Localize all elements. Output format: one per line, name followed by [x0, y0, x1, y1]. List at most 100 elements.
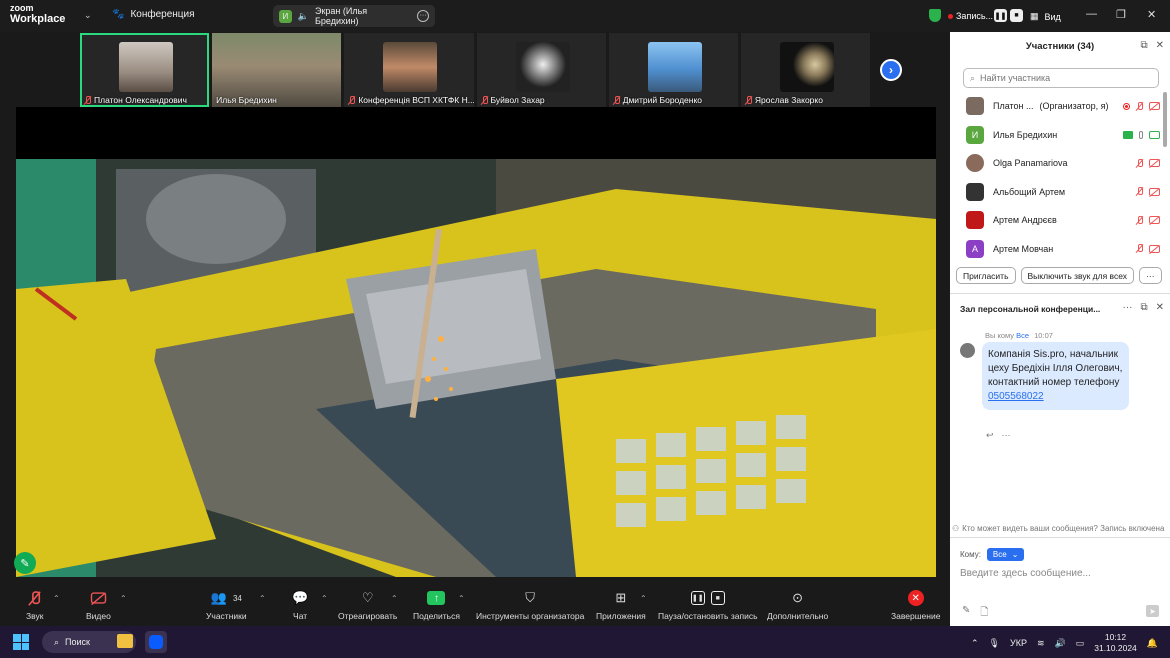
stop-recording-button[interactable]: ■ — [1010, 9, 1023, 22]
audio-button[interactable]: Звук — [26, 589, 43, 621]
clock[interactable]: 10:12 31.10.2024 — [1094, 632, 1137, 654]
avatar: И — [966, 125, 984, 144]
participant-row[interactable]: А Артем Мовчан — [950, 235, 1160, 264]
next-page-button[interactable]: › — [880, 59, 902, 81]
participants-options-caret[interactable]: ⌃ — [259, 594, 266, 603]
more-icon[interactable]: ··· — [417, 10, 429, 22]
taskbar-search-label: Поиск — [65, 637, 90, 647]
popout-icon[interactable]: ⧉ — [1140, 40, 1147, 51]
mic-off-icon — [745, 95, 752, 105]
participant-row[interactable]: Платон ... (Организатор, я) — [950, 92, 1160, 121]
reply-icon[interactable]: ↩ — [986, 430, 994, 441]
clock-time: 10:12 — [1104, 632, 1127, 642]
react-button[interactable]: ♡ Отреагировать — [338, 589, 397, 621]
host-tools-button[interactable]: ⛉ Инструменты организатора — [476, 589, 584, 621]
brand-bottom: Workplace — [10, 13, 66, 25]
invite-button[interactable]: Пригласить — [956, 267, 1016, 284]
notification-bell-icon[interactable]: 🔔 — [1147, 638, 1158, 649]
thumbnail[interactable]: Ярослав Закорко — [740, 33, 871, 107]
message-to: Все — [1016, 331, 1030, 340]
mic-off-icon — [29, 590, 41, 605]
thumbnail[interactable]: Конференція ВСП ХКТФК Н... — [344, 33, 474, 107]
participant-row[interactable]: И Илья Бредихин — [950, 121, 1160, 150]
recipient-select[interactable]: Все ⌄ — [986, 548, 1025, 561]
minimize-icon[interactable]: — — [1086, 8, 1097, 20]
more-icon[interactable]: ··· — [1002, 430, 1011, 441]
mic-off-icon — [1136, 244, 1143, 253]
windows-start-icon[interactable] — [13, 634, 29, 650]
battery-icon[interactable]: ▭ — [1076, 638, 1085, 649]
more-icon[interactable]: ··· — [1122, 302, 1132, 313]
scrollbar[interactable] — [1163, 92, 1167, 147]
machine-scene — [16, 159, 936, 577]
microphone-icon[interactable]: 🎙 — [989, 638, 1000, 649]
annotate-pen-icon[interactable]: ✎ — [14, 552, 36, 574]
close-icon[interactable]: ✕ — [1156, 40, 1164, 51]
apps-options-caret[interactable]: ⌃ — [640, 594, 647, 603]
language-indicator[interactable]: УКР — [1010, 638, 1027, 648]
mute-all-button[interactable]: Выключить звук для всех — [1020, 267, 1135, 284]
close-icon[interactable]: ✕ — [1156, 302, 1164, 313]
search-input[interactable] — [980, 73, 1141, 83]
file-icon[interactable]: 🗋 — [980, 605, 988, 622]
react-options-caret[interactable]: ⌃ — [391, 594, 398, 603]
screen-share-pill[interactable]: И 🔈 Экран (Илья Бредихин) ··· — [273, 5, 435, 27]
thumbnail[interactable]: Платон Олександрович — [80, 33, 210, 107]
participant-name: Артем Андрєєв — [993, 215, 1057, 226]
screen-share-label: Экран (Илья Бредихин) — [314, 6, 368, 26]
thumbnail[interactable]: Илья Бредихин — [212, 33, 342, 107]
recipient-row: Кому: Все ⌄ — [960, 548, 1025, 561]
more-options-button[interactable]: ··· — [1139, 267, 1162, 284]
meeting-toolbar: Звук ⌃ Видео ⌃ 👥 34 Участники ⌃ 💬 Чат ⌃ ♡… — [0, 585, 950, 625]
shield-icon[interactable] — [929, 9, 941, 22]
video-options-caret[interactable]: ⌃ — [120, 594, 127, 603]
participant-name: Артем Мовчан — [993, 243, 1054, 254]
mic-off-icon — [1136, 158, 1143, 168]
restore-icon[interactable]: ❐ — [1116, 8, 1126, 21]
thumbnail[interactable]: Дмитрий Бороденко — [608, 33, 738, 107]
chevron-up-icon[interactable]: ⌃ — [971, 638, 979, 649]
message-time: 10:07 — [1034, 331, 1053, 340]
participant-row[interactable]: Альбощий Артем — [950, 178, 1160, 207]
wifi-icon[interactable]: ≋ — [1037, 638, 1045, 649]
video-icon — [1149, 130, 1160, 139]
meeting-info[interactable]: 🐾 Конференция — [112, 9, 195, 20]
participant-row[interactable]: Olga Panamariova — [950, 149, 1160, 178]
share-options-caret[interactable]: ⌃ — [458, 594, 465, 603]
share-label: Поделиться — [413, 611, 460, 621]
video-button[interactable]: Видео — [86, 589, 111, 621]
more-button[interactable]: ⊙ Дополнительно — [767, 589, 828, 621]
avatar — [960, 343, 975, 358]
chevron-down-icon: ⌄ — [1011, 550, 1019, 559]
thumbnail[interactable]: Буйвол Захар — [476, 33, 606, 107]
zoom-app-icon[interactable] — [145, 631, 167, 653]
participant-row[interactable]: Артем Андрєєв — [950, 206, 1160, 235]
thumbnail-name: Ярослав Закорко — [754, 95, 823, 105]
end-meeting-button[interactable]: ✕ Завершение — [891, 589, 940, 621]
pause-stop-recording-button[interactable]: ❚❚ ■ Пауза/остановить запись — [658, 589, 758, 621]
format-icon[interactable]: ✎ — [962, 605, 970, 622]
send-icon[interactable]: ➤ — [1146, 605, 1159, 617]
chevron-down-icon[interactable]: ⌄ — [84, 10, 92, 21]
participant-search[interactable]: ⌕ — [963, 68, 1159, 88]
apps-button[interactable]: ⊞ Приложения — [596, 589, 646, 621]
participants-title: Участники (34) — [1025, 40, 1095, 52]
chat-options-caret[interactable]: ⌃ — [321, 594, 328, 603]
pause-recording-button[interactable]: ❚❚ — [994, 9, 1007, 22]
windows-taskbar: ⌕ Поиск ⌃ 🎙 УКР ≋ 🔊 ▭ 10:12 31.10.2024 🔔 — [0, 626, 1170, 658]
file-explorer-icon[interactable] — [117, 634, 133, 648]
chat-input[interactable] — [960, 568, 1160, 579]
chat-visibility-note[interactable]: ⚇ Кто может видеть ваши сообщения? Запис… — [952, 524, 1164, 533]
view-button[interactable]: ▦ Вид — [1030, 11, 1061, 22]
close-icon[interactable]: ✕ — [1147, 8, 1156, 21]
share-button[interactable]: ↑ Поделиться — [413, 589, 460, 621]
participants-button[interactable]: 👥 34 Участники — [206, 589, 247, 621]
mic-off-icon — [481, 95, 488, 105]
popout-icon[interactable]: ⧉ — [1140, 302, 1147, 313]
volume-icon[interactable]: 🔊 — [1055, 638, 1066, 649]
chat-button[interactable]: 💬 Чат — [292, 589, 308, 621]
audio-options-caret[interactable]: ⌃ — [53, 594, 60, 603]
phone-link[interactable]: 0505568022 — [988, 391, 1044, 402]
mic-off-icon — [84, 95, 91, 105]
divider — [950, 537, 1170, 538]
